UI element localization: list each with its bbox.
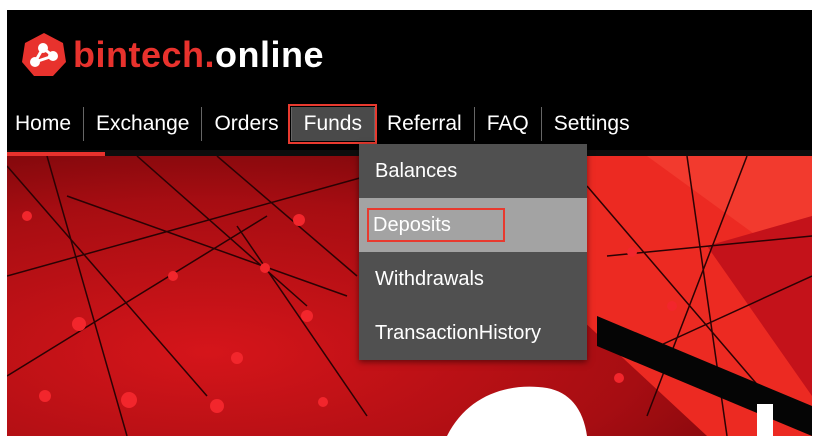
menu-item-balances[interactable]: Balances xyxy=(359,144,587,198)
menu-item-withdrawals[interactable]: Withdrawals xyxy=(359,252,587,306)
logo-icon xyxy=(22,33,66,76)
nav-referral[interactable]: Referral xyxy=(374,107,474,141)
brand-name: bintech.online xyxy=(73,34,324,76)
brand-name-part2: online xyxy=(215,34,325,75)
menu-item-label: Withdrawals xyxy=(375,268,484,290)
funds-dropdown-menu: Balances Deposits Withdrawals Transactio… xyxy=(359,144,587,360)
site-header: bintech.online Home Exchange Orders Fund… xyxy=(7,10,812,150)
main-nav: Home Exchange Orders Funds Referral FAQ … xyxy=(7,104,642,144)
menu-item-transaction-history[interactable]: TransactionHistory xyxy=(359,306,587,360)
nav-faq[interactable]: FAQ xyxy=(473,107,541,141)
menu-item-label: TransactionHistory xyxy=(375,322,541,344)
menu-item-label: Balances xyxy=(375,160,458,182)
nav-orders[interactable]: Orders xyxy=(201,107,290,141)
nav-settings[interactable]: Settings xyxy=(540,107,642,141)
logo[interactable]: bintech.online xyxy=(21,32,324,78)
app-window: bintech.online Home Exchange Orders Fund… xyxy=(7,10,812,436)
menu-item-deposits[interactable]: Deposits xyxy=(359,198,587,252)
nav-exchange[interactable]: Exchange xyxy=(83,107,201,141)
menu-item-label: Deposits xyxy=(367,208,505,242)
brand-name-part1: bintech. xyxy=(73,34,216,75)
nav-home[interactable]: Home xyxy=(7,107,83,141)
nav-funds[interactable]: Funds xyxy=(287,104,378,144)
